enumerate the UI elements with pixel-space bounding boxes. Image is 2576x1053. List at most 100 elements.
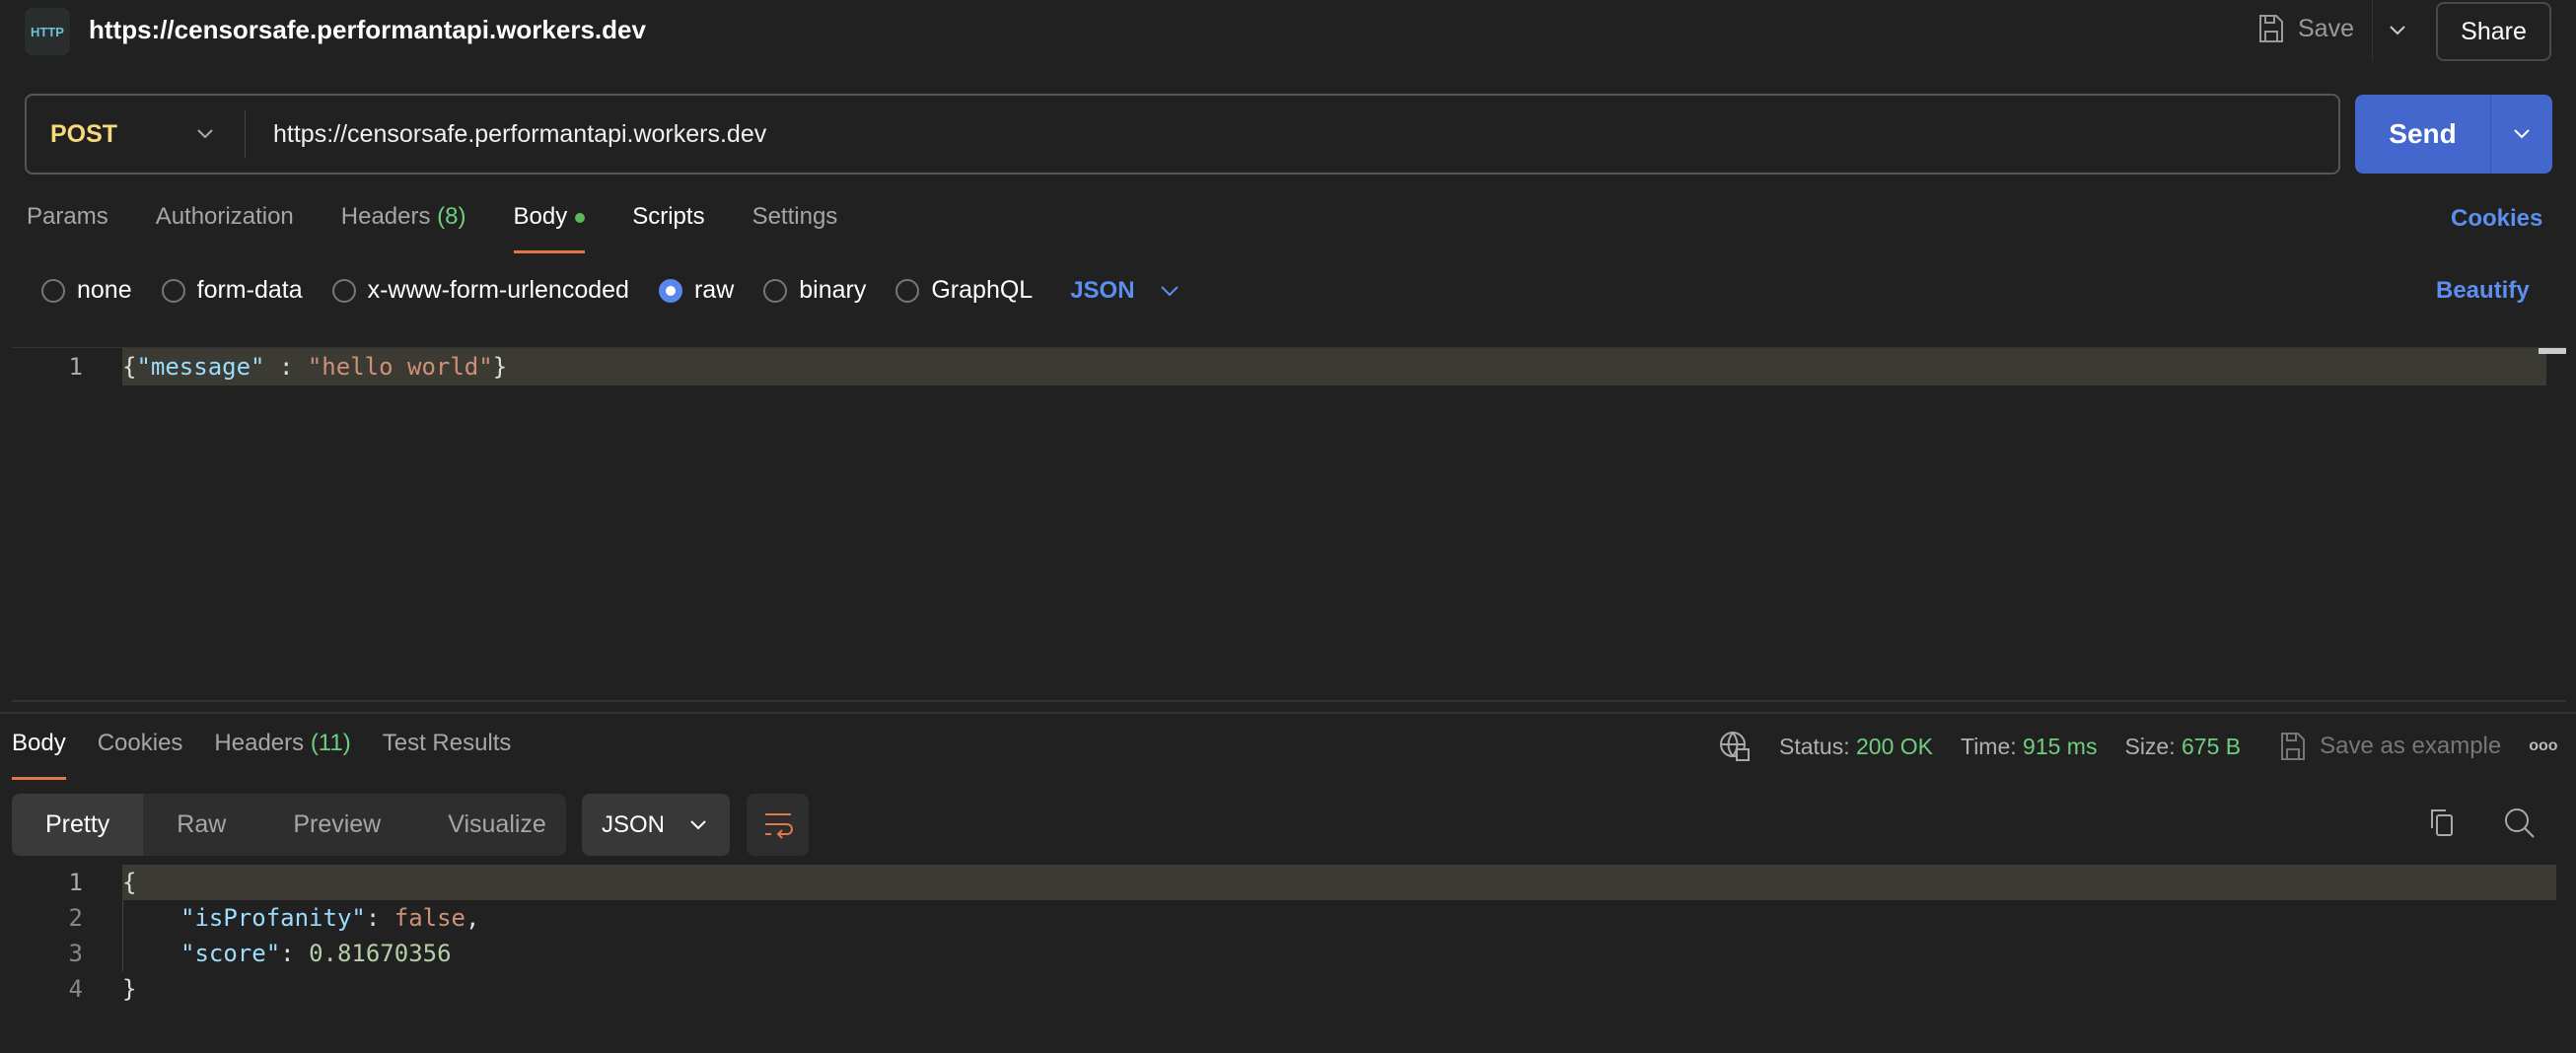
view-preview[interactable]: Preview xyxy=(259,794,414,856)
code-content: { xyxy=(122,865,2556,900)
tab-response-headers[interactable]: Headers (11) xyxy=(214,730,350,779)
method-label: POST xyxy=(50,119,118,148)
url-bar: POST https://censorsafe.performantapi.wo… xyxy=(25,94,2340,175)
send-button-group: Send xyxy=(2355,95,2552,174)
code-content: } xyxy=(122,975,137,1003)
save-icon xyxy=(2281,733,2306,760)
response-body-viewer[interactable]: 1{ 2 "isProfanity": false, 3 "score": 0.81… xyxy=(12,864,2566,1041)
line-number: 1 xyxy=(68,869,83,896)
copy-icon[interactable] xyxy=(2426,807,2458,843)
radio-label: x-www-form-urlencoded xyxy=(367,276,629,304)
cookies-link[interactable]: Cookies xyxy=(2451,205,2542,233)
http-icon: HTTP xyxy=(25,8,70,55)
line-number: 2 xyxy=(68,904,83,932)
code-line: 4} xyxy=(12,970,2566,1008)
code-line: 3 "score": 0.81670356 xyxy=(12,935,2566,972)
save-as-example-label: Save as example xyxy=(2320,733,2502,759)
radio-label: binary xyxy=(799,276,867,304)
view-visualize[interactable]: Visualize xyxy=(414,794,580,856)
response-tabs: Body Cookies Headers (11) Test Results xyxy=(12,730,512,780)
chevron-down-icon xyxy=(1160,285,1179,296)
request-body-editor[interactable]: 1 {"message" : "hello world"} xyxy=(12,347,2566,702)
tab-response-body[interactable]: Body xyxy=(12,730,66,780)
response-format-label: JSON xyxy=(602,810,666,838)
response-time[interactable]: Time: 915 ms xyxy=(1961,734,2097,760)
view-mode-toggle: Pretty Raw Preview Visualize xyxy=(12,794,566,856)
radio-circle xyxy=(763,278,788,303)
chevron-down-icon xyxy=(197,129,213,139)
view-pretty[interactable]: Pretty xyxy=(12,794,144,856)
wrap-lines-icon xyxy=(764,812,793,839)
tab-label: Headers xyxy=(340,203,431,230)
request-tabs: Params Authorization Headers (8) Body Sc… xyxy=(27,203,838,253)
status[interactable]: Status: 200 OK xyxy=(1779,734,1933,760)
body-type-options: none form-data x-www-form-urlencoded raw… xyxy=(41,276,1179,305)
line-number: 3 xyxy=(68,940,83,967)
beautify-link[interactable]: Beautify xyxy=(2436,277,2530,305)
body-format-select[interactable]: JSON xyxy=(1070,276,1179,305)
chevron-down-icon xyxy=(2389,26,2405,35)
radio-circle xyxy=(161,278,185,303)
code-content: "score": 0.81670356 xyxy=(122,936,452,971)
url-input[interactable]: https://censorsafe.performantapi.workers… xyxy=(246,120,766,149)
modified-dot xyxy=(575,212,586,223)
radio-label: none xyxy=(77,276,132,304)
save-button[interactable]: Save xyxy=(2258,14,2354,43)
globe-lock-icon[interactable] xyxy=(1718,730,1752,763)
request-title[interactable]: https://censorsafe.performantapi.workers… xyxy=(89,15,646,45)
save-label: Save xyxy=(2298,14,2354,42)
code-line: 1{ xyxy=(12,864,2566,901)
code-line: 2 "isProfanity": false, xyxy=(12,899,2566,937)
save-options-button[interactable] xyxy=(2372,0,2421,61)
radio-urlencoded[interactable]: x-www-form-urlencoded xyxy=(331,276,629,305)
response-meta: Status: 200 OK Time: 915 ms Size: 675 B … xyxy=(1718,730,2558,763)
headers-count: (8) xyxy=(437,203,466,230)
send-options-button[interactable] xyxy=(2491,95,2552,174)
view-raw[interactable]: Raw xyxy=(143,794,259,856)
tab-label: Headers xyxy=(214,730,305,756)
radio-label: form-data xyxy=(196,276,303,304)
tab-body[interactable]: Body xyxy=(513,203,586,253)
radio-circle-selected xyxy=(658,278,682,303)
chevron-down-icon xyxy=(690,819,706,829)
line-number: 1 xyxy=(68,353,83,381)
code-content: {"message" : "hello world"} xyxy=(122,348,2546,386)
share-button[interactable]: Share xyxy=(2436,2,2551,61)
tab-settings[interactable]: Settings xyxy=(752,203,838,252)
radio-circle xyxy=(41,278,65,303)
radio-label: raw xyxy=(693,276,735,304)
title-bar: HTTP https://censorsafe.performantapi.wo… xyxy=(0,0,2576,61)
code-line: 1 {"message" : "hello world"} xyxy=(12,348,2566,386)
radio-circle xyxy=(331,278,356,303)
radio-raw[interactable]: raw xyxy=(658,276,735,305)
response-size[interactable]: Size: 675 B xyxy=(2124,734,2241,760)
radio-label: GraphQL xyxy=(931,276,1034,304)
radio-form-data[interactable]: form-data xyxy=(161,276,303,305)
radio-none[interactable]: none xyxy=(41,276,132,305)
save-icon xyxy=(2259,15,2283,42)
tab-params[interactable]: Params xyxy=(27,203,108,252)
radio-circle xyxy=(895,278,920,303)
save-as-example-button[interactable]: Save as example xyxy=(2280,732,2501,761)
more-options-icon[interactable]: ooo xyxy=(2529,737,2557,755)
tab-scripts[interactable]: Scripts xyxy=(632,203,704,252)
search-icon[interactable] xyxy=(2503,807,2537,845)
line-number: 4 xyxy=(68,975,83,1003)
radio-graphql[interactable]: GraphQL xyxy=(895,276,1033,305)
response-format-select[interactable]: JSON xyxy=(582,794,730,856)
tab-test-results[interactable]: Test Results xyxy=(383,730,512,779)
headers-count: (11) xyxy=(310,730,351,756)
chevron-down-icon xyxy=(2514,129,2530,139)
tab-response-cookies[interactable]: Cookies xyxy=(98,730,183,779)
tab-headers[interactable]: Headers (8) xyxy=(341,203,466,252)
pane-divider[interactable] xyxy=(0,712,2576,714)
method-select[interactable]: POST xyxy=(27,110,246,158)
radio-binary[interactable]: binary xyxy=(763,276,866,305)
scrollbar-thumb[interactable] xyxy=(2539,348,2566,354)
send-button[interactable]: Send xyxy=(2355,95,2491,174)
tab-label: Body xyxy=(513,203,568,230)
tab-authorization[interactable]: Authorization xyxy=(156,203,294,252)
body-format-label: JSON xyxy=(1070,276,1135,304)
wrap-lines-button[interactable] xyxy=(747,794,809,856)
code-content: "isProfanity": false, xyxy=(122,900,479,936)
